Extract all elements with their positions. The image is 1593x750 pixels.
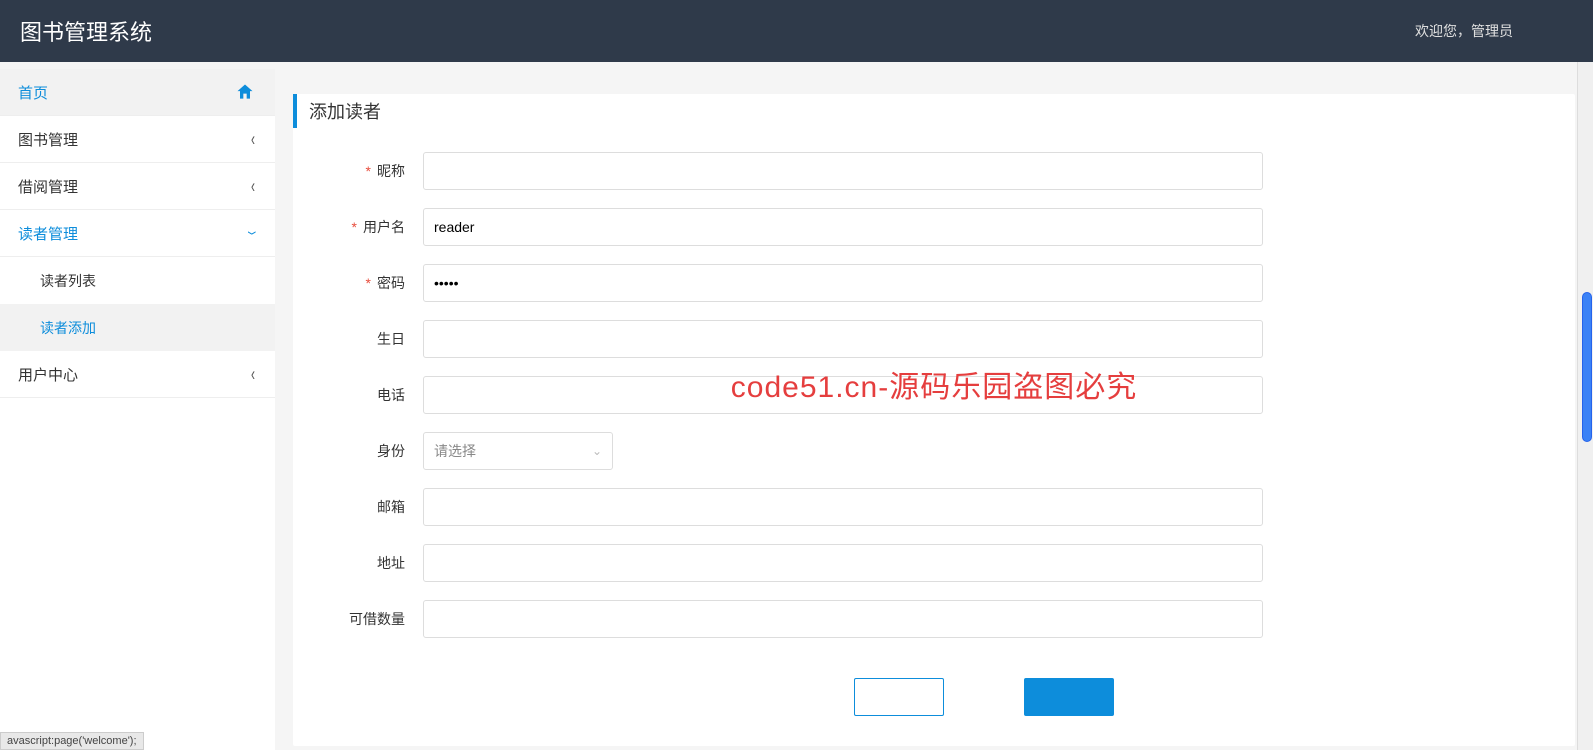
input-nickname[interactable]	[423, 152, 1263, 190]
label-phone: 电话	[377, 387, 405, 403]
nav-book-label: 图书管理	[18, 129, 251, 150]
nav-borrow-label: 借阅管理	[18, 176, 251, 197]
nav-borrow-mgmt[interactable]: 借阅管理 ‹	[0, 163, 275, 210]
subnav-reader-add[interactable]: 读者添加	[0, 304, 275, 351]
topbar: 图书管理系统 欢迎您，管理员	[0, 0, 1593, 62]
nav-reader-label: 读者管理	[18, 223, 251, 244]
label-borrow-qty: 可借数量	[349, 611, 405, 627]
nav-home[interactable]: 首页	[0, 69, 275, 116]
nav-home-label: 首页	[18, 82, 235, 103]
label-password: 密码	[377, 275, 405, 291]
page-title: 添加读者	[293, 94, 1575, 128]
nav-book-mgmt[interactable]: 图书管理 ‹	[0, 116, 275, 163]
chevron-left-icon: ‹	[251, 175, 255, 197]
input-email[interactable]	[423, 488, 1263, 526]
input-address[interactable]	[423, 544, 1263, 582]
cancel-button[interactable]	[854, 678, 944, 716]
welcome-text[interactable]: 欢迎您，管理员	[1415, 21, 1513, 41]
input-password[interactable]	[423, 264, 1263, 302]
chevron-left-icon: ‹	[251, 128, 255, 150]
app-title: 图书管理系统	[20, 15, 1415, 47]
select-identity-placeholder: 请选择	[434, 441, 476, 461]
statusbar: avascript:page('welcome');	[0, 732, 144, 750]
scrollbar-thumb[interactable]	[1582, 292, 1592, 442]
label-username: 用户名	[363, 219, 405, 235]
input-borrow-qty[interactable]	[423, 600, 1263, 638]
nav-user-center-label: 用户中心	[18, 364, 251, 385]
subnav-reader-add-label: 读者添加	[40, 318, 96, 338]
label-address: 地址	[377, 555, 405, 571]
sidebar: 首页 图书管理 ‹ 借阅管理 ‹ 读者管理 › 读者列表 读者添加 用户中心 ‹	[0, 69, 275, 750]
input-username[interactable]	[423, 208, 1263, 246]
main-content: 添加读者 * 昵称 * 用户名 * 密码 生日	[275, 62, 1593, 750]
label-birthday: 生日	[377, 331, 405, 347]
select-identity[interactable]: 请选择 ⌄	[423, 432, 613, 470]
required-marker: *	[352, 219, 357, 235]
chevron-down-icon: ⌄	[592, 444, 602, 458]
input-birthday[interactable]	[423, 320, 1263, 358]
chevron-down-icon: ›	[242, 231, 264, 235]
label-identity: 身份	[377, 443, 405, 459]
nav-reader-mgmt[interactable]: 读者管理 ›	[0, 210, 275, 257]
required-marker: *	[366, 163, 371, 179]
input-phone[interactable]	[423, 376, 1263, 414]
submit-button[interactable]	[1024, 678, 1114, 716]
label-email: 邮箱	[377, 499, 405, 515]
chevron-left-icon: ‹	[251, 363, 255, 385]
subnav-reader-list[interactable]: 读者列表	[0, 257, 275, 304]
home-icon	[235, 82, 255, 102]
required-marker: *	[366, 275, 371, 291]
label-nickname: 昵称	[377, 163, 405, 179]
add-reader-form: * 昵称 * 用户名 * 密码 生日 电话	[293, 152, 1575, 716]
scrollbar-track[interactable]	[1577, 62, 1593, 750]
subnav-reader-list-label: 读者列表	[40, 271, 96, 291]
nav-user-center[interactable]: 用户中心 ‹	[0, 351, 275, 398]
